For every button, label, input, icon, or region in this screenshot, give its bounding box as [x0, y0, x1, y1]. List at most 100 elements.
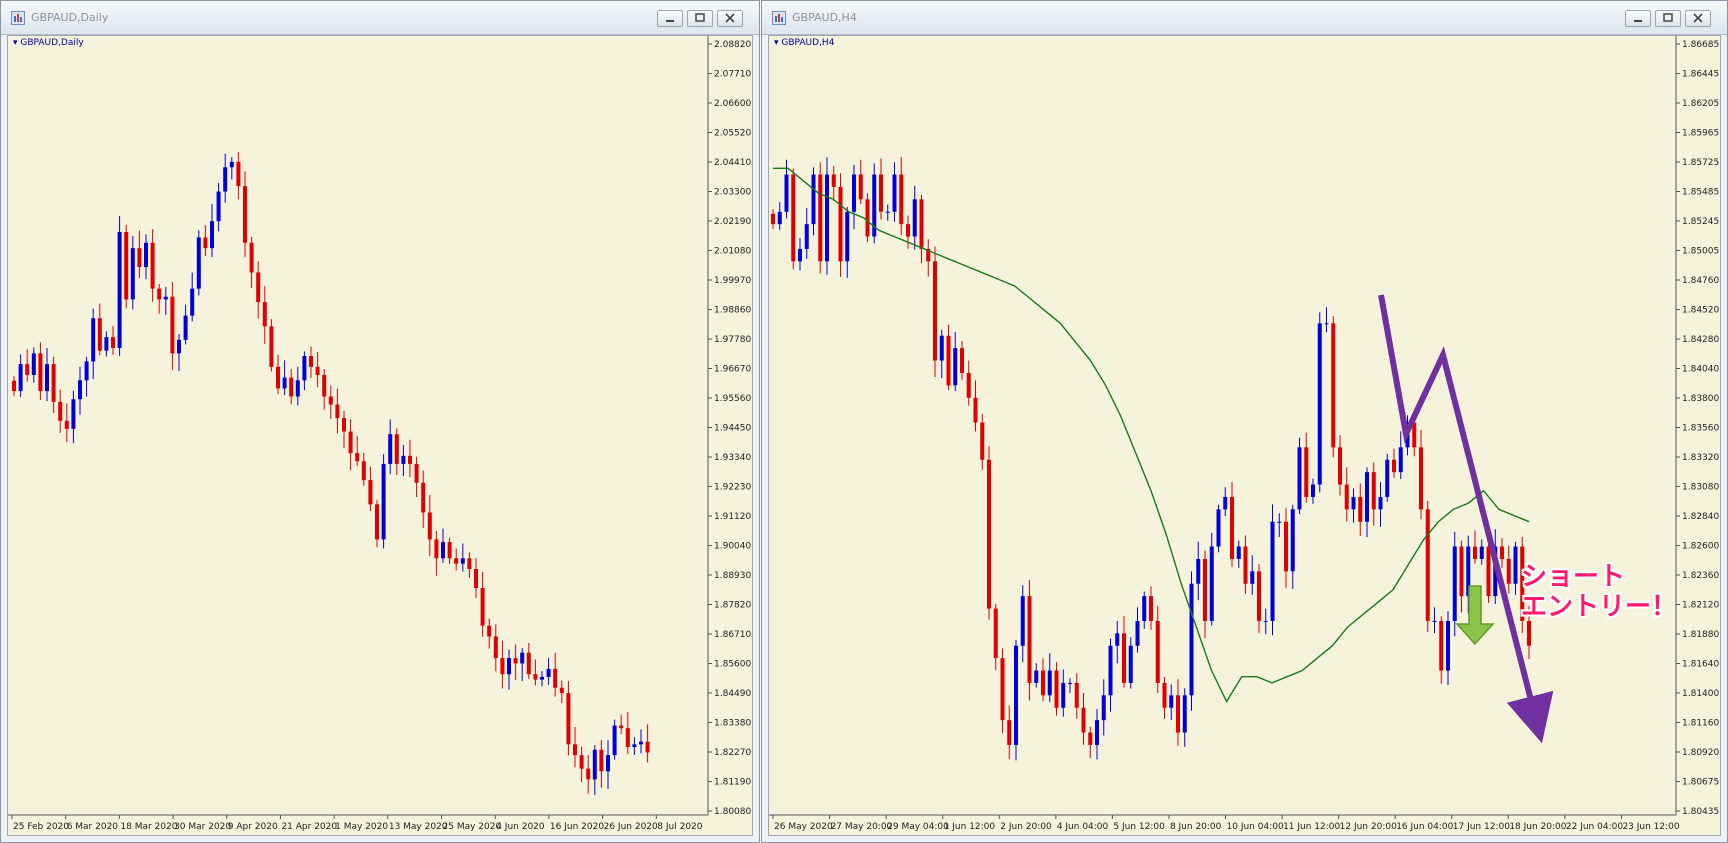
candle-body	[322, 374, 327, 397]
candle-body	[592, 749, 597, 780]
chart-area-h4[interactable]: 1.86685 1.86445 1.86205 1.85965 1.85725 1.854…	[768, 35, 1721, 836]
candlestick-chart-daily[interactable]: 2.08820 2.07710 2.06600 2.05520 2.04410 2.033…	[8, 36, 754, 837]
restore-button[interactable]	[687, 10, 713, 27]
candle-bearish	[1304, 432, 1309, 503]
window-title: GBPAUD,H4	[792, 11, 857, 24]
candle-body	[1196, 558, 1201, 584]
candle-bearish	[1419, 430, 1423, 520]
price-tick-label: 1.94450	[714, 424, 751, 434]
candle-body	[1277, 521, 1282, 523]
candle-bearish	[236, 152, 241, 200]
candle-body	[1101, 695, 1106, 721]
candle-bearish	[269, 319, 274, 372]
candle-body	[1135, 620, 1140, 646]
time-tick-label: 27 May 20:00	[831, 822, 893, 832]
price-tick-label: 1.85600	[714, 660, 751, 670]
candle-bearish	[12, 376, 16, 396]
candle-body	[1176, 695, 1180, 733]
candle-body	[1371, 472, 1376, 510]
time-tick-label: 30 Mar 2020	[174, 822, 231, 832]
candle-body	[1506, 558, 1511, 584]
candle-body	[619, 725, 624, 729]
candlestick-chart-h4[interactable]: 1.86685 1.86445 1.86205 1.85965 1.85725 1.854…	[769, 36, 1722, 837]
candle-body	[368, 480, 373, 505]
time-tick-label: 29 May 04:00	[887, 822, 949, 832]
time-tick-label: 10 Jun 04:00	[1227, 822, 1284, 832]
candle-body	[137, 248, 142, 268]
candle-bearish	[831, 166, 836, 202]
candle-body	[355, 453, 360, 462]
candle-body	[441, 542, 445, 559]
candle-bullish	[612, 719, 617, 760]
candle-body	[196, 237, 201, 289]
close-button[interactable]	[717, 10, 743, 27]
candle-bullish	[104, 331, 109, 357]
time-tick-label: 6 Mar 2020	[67, 822, 119, 832]
price-tick-label: 1.81400	[1682, 689, 1719, 699]
candle-bullish	[1034, 663, 1039, 688]
candle-body	[1081, 707, 1086, 733]
candle-bullish	[210, 203, 214, 258]
candle-bearish	[25, 349, 30, 382]
candle-body	[447, 542, 452, 559]
restore-button[interactable]	[1655, 10, 1681, 27]
candle-body	[798, 248, 802, 262]
candle-body	[434, 539, 439, 559]
price-tick-label: 1.83560	[1682, 424, 1719, 434]
candle-bearish	[1344, 467, 1349, 522]
candle-body	[1223, 496, 1228, 510]
candle-body	[586, 768, 591, 780]
minimize-icon	[1634, 20, 1642, 22]
candle-body	[276, 366, 280, 389]
chart-area-daily[interactable]: 2.08820 2.07710 2.06600 2.05520 2.04410 2.033…	[7, 35, 753, 836]
close-button[interactable]	[1685, 10, 1711, 27]
candle-bullish	[1169, 684, 1174, 720]
candle-body	[540, 676, 544, 680]
candle-bearish	[1054, 662, 1059, 716]
candle-bullish	[1513, 541, 1518, 595]
candle-body	[987, 459, 991, 609]
candle-body	[1324, 323, 1329, 325]
candle-bearish	[865, 193, 870, 243]
candle-body	[612, 725, 617, 756]
candle-bullish	[1128, 637, 1133, 689]
candle-body	[309, 356, 313, 367]
candle-body	[1304, 447, 1309, 497]
candle-body	[639, 741, 643, 745]
candle-body	[980, 422, 985, 460]
candle-body	[467, 558, 472, 570]
candle-bearish	[1358, 483, 1363, 537]
candle-bearish	[1371, 462, 1376, 526]
price-tick-label: 1.85005	[1682, 247, 1719, 257]
time-tick-label: 23 Jun 12:00	[1622, 822, 1679, 832]
chart-window-h4[interactable]: GBPAUD,H4 1.86685 1.86445 1.86205 1.85965 1.…	[761, 0, 1728, 843]
minimize-button[interactable]	[1625, 10, 1651, 27]
title-bar[interactable]: GBPAUD,Daily	[1, 1, 759, 35]
candle-bearish	[375, 499, 379, 548]
candle-body	[1378, 496, 1383, 510]
price-tick-label: 1.96670	[714, 365, 751, 375]
candle-bearish	[1088, 726, 1093, 759]
candle-bullish	[606, 740, 610, 789]
candle-body	[1358, 496, 1363, 522]
title-bar[interactable]: GBPAUD,H4	[762, 1, 1727, 35]
candle-body	[190, 288, 195, 316]
candle-body	[1459, 546, 1464, 597]
candle-body	[414, 463, 419, 483]
candle-body	[1473, 546, 1477, 559]
candle-body	[401, 455, 406, 464]
candle-body	[1479, 546, 1484, 559]
candle-bullish	[1446, 611, 1450, 685]
candle-body	[210, 221, 214, 249]
candle-bullish	[507, 649, 511, 690]
candle-bullish	[811, 167, 816, 236]
candle-bullish	[1351, 488, 1356, 523]
candle-bearish	[1203, 550, 1207, 639]
candle-body	[408, 455, 412, 464]
candle-bullish	[190, 272, 195, 322]
minimize-button[interactable]	[657, 10, 683, 27]
candle-body	[1385, 459, 1390, 497]
candle-bullish	[1014, 639, 1018, 761]
chart-window-daily[interactable]: GBPAUD,Daily 2.08820 2.07710 2.06600 2.0552…	[0, 0, 760, 843]
candle-body	[31, 353, 36, 375]
